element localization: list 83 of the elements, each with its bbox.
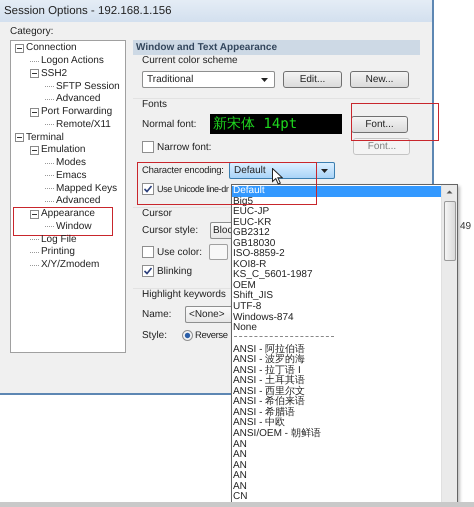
tree-item[interactable]: Connection [26,42,77,54]
tree-item[interactable]: SFTP Session [56,80,120,93]
radio-label: Reverse [195,330,228,340]
window-title: Session Options - 192.168.1.156 [0,0,432,22]
scheme-button[interactable]: New... [350,71,409,88]
checkbox[interactable] [142,141,154,153]
tree-item[interactable]: Emacs [56,170,87,182]
tree-item[interactable]: Log File [41,234,77,246]
list-item[interactable]: AN [232,450,441,461]
tree-item[interactable]: Advanced [56,93,100,106]
encoding-dropdown[interactable]: Default [229,162,335,179]
scheme-button[interactable]: Edit... [283,71,342,88]
list-item[interactable]: AN [232,440,441,450]
checkbox[interactable] [142,183,154,195]
list-item[interactable]: EUC-JP [232,207,441,218]
list-item[interactable]: OEM [232,280,441,292]
tree-item[interactable]: SSH2 [41,68,68,80]
collapse-icon[interactable] [15,133,24,142]
list-item[interactable]: KOI8-R [232,260,441,270]
color-scheme-dropdown[interactable]: Traditional [142,71,275,88]
list-item[interactable]: ANSI/OEM - 朝鲜语 [232,429,441,440]
collapse-icon[interactable] [30,210,39,219]
category-label: Category: [10,25,54,39]
tree-item[interactable]: X/Y/Zmodem [41,259,100,272]
tree-item[interactable]: Terminal [26,132,64,144]
field-label: Cursor style: [142,225,200,236]
list-item[interactable]: AN [232,482,441,492]
keyword-dropdown[interactable]: <None> [185,306,233,323]
tree-item[interactable]: Emulation [41,144,86,156]
list-item[interactable]: Windows-874 [232,312,441,324]
checkbox[interactable] [142,265,154,277]
collapse-icon[interactable] [30,146,39,155]
tree-item[interactable]: Advanced [56,195,100,208]
tree-item[interactable]: Remote/X11 [56,118,111,131]
tree-item[interactable]: Printing [41,246,75,258]
group-label: Highlight keywords [142,289,226,301]
field-label: Name: [142,309,172,320]
collapse-icon[interactable] [15,44,24,53]
tree-item[interactable]: Window [56,220,92,233]
list-item[interactable]: ANSI - 波罗的海 [232,355,441,366]
checkbox[interactable] [142,246,154,258]
list-item[interactable]: AN [232,471,441,482]
scroll-thumb[interactable] [444,201,456,261]
list-item[interactable]: None [232,323,441,334]
tree-item[interactable]: Mapped Keys [56,182,118,195]
list-item[interactable]: ANSI - 土耳其语 [232,376,441,387]
section-header: Window and Text Appearance [133,40,420,55]
list-item[interactable]: GB18030 [232,238,441,250]
checkbox-label: Use Unicode line-dr [157,184,228,194]
list-item[interactable]: ANSI - 希伯来语 [232,397,441,408]
tree-item[interactable]: Modes [56,157,86,170]
checkbox-label: Use color: [157,246,204,258]
color-swatch[interactable] [209,244,228,260]
field-label: Normal font: [142,118,198,130]
field-label: Style: [142,330,168,340]
radio-button[interactable] [182,330,193,340]
caret-icon [261,78,268,82]
checkbox-label: Narrow font: [157,142,212,152]
list-item[interactable]: KS_C_5601-1987 [232,270,441,281]
field-label: Character encoding: [142,165,225,176]
tree-item[interactable]: Appearance [41,208,95,220]
scrollbar[interactable] [441,185,457,502]
list-item[interactable]: UTF-8 [232,302,441,313]
list-item[interactable]: AN [232,460,441,472]
list-item[interactable]: CN [232,492,441,502]
group-label: Current color scheme [142,55,238,67]
font-preview: 新宋体 14pt [210,114,342,134]
list-item[interactable]: GB2312 [232,228,441,239]
group-label: Cursor [142,208,172,220]
cursor-style-dropdown[interactable]: Bloc [210,222,231,239]
tree-item[interactable]: Port Forwarding [41,106,112,118]
tree-item[interactable]: Logon Actions [41,55,104,68]
collapse-icon[interactable] [30,108,39,117]
group-label: Fonts [142,99,168,111]
background-text: 49 [460,221,472,232]
list-item[interactable]: ANSI - 希腊语 [232,408,441,418]
checkbox-label: Blinking [157,266,192,276]
list-item[interactable]: EUC-KR [232,218,441,228]
font-button[interactable]: Font... [351,116,408,132]
collapse-icon[interactable] [30,69,39,78]
list-item[interactable]: Shift_JIS [232,291,441,302]
caret-icon [321,168,328,172]
list-item[interactable]: ISO-8859-2 [232,249,441,260]
